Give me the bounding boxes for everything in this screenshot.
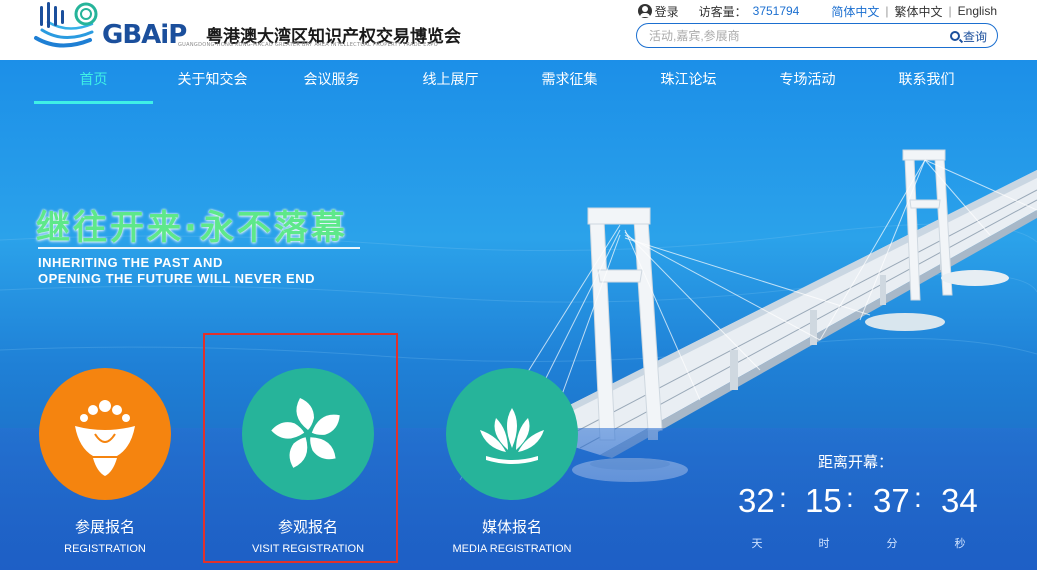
countdown-days: 32: [738, 482, 775, 519]
search-button[interactable]: 查询: [949, 27, 987, 45]
logo-subtitle: GUANGDONG-HONG KONG-MACAO GREATER BAY AR…: [178, 42, 438, 48]
countdown-seconds: 34: [941, 482, 978, 519]
highlight-box: [203, 333, 398, 563]
hero-slogan-en-line1: INHERITING THE PAST AND: [38, 255, 223, 270]
countdown-unit-days: 天: [751, 537, 763, 550]
logo-wordmark: GBAiP: [102, 20, 187, 50]
site-header: GBAiP 粤港澳大湾区知识产权交易博览会 GUANGDONG-HONG KON…: [0, 0, 1037, 60]
nav-item-special-events[interactable]: 专场活动: [748, 60, 867, 104]
main-nav: 首页 关于知交会 会议服务 线上展厅 需求征集 珠江论坛 专场活动 联系我们: [0, 60, 1037, 104]
nav-item-conference-services[interactable]: 会议服务: [272, 60, 391, 104]
top-utility-bar: 登录 访客量： 3751794 简体中文 | 繁体中文 | English: [637, 2, 997, 20]
countdown-hours: 15: [805, 482, 842, 519]
nav-item-home[interactable]: 首页: [34, 60, 153, 104]
flower-icon: [75, 400, 135, 476]
countdown-unit-hours: 时: [818, 537, 830, 550]
hero-slogan-cn: 继往开来·永不落幕: [36, 208, 348, 248]
user-icon: [637, 4, 652, 18]
hero-slogan-en-line2: OPENING THE FUTURE WILL NEVER END: [38, 271, 315, 286]
search-icon: [949, 31, 960, 41]
nav-item-about[interactable]: 关于知交会: [153, 60, 272, 104]
visitor-count: 3751794: [752, 4, 800, 18]
slogan-divider: [38, 247, 360, 249]
lang-english-link[interactable]: English: [958, 4, 997, 18]
login-label: 登录: [654, 4, 679, 19]
media-registration-subtitle: MEDIA REGISTRATION: [452, 543, 572, 555]
lang-simplified-link[interactable]: 简体中文: [831, 3, 879, 20]
visitor-label: 访客量：: [698, 4, 747, 19]
nav-item-online-exhibition[interactable]: 线上展厅: [391, 60, 510, 104]
login-link[interactable]: 登录: [637, 3, 679, 20]
lang-traditional-link[interactable]: 繁体中文: [895, 3, 943, 20]
media-registration-title: 媒体报名: [481, 518, 542, 536]
nav-item-pearl-river-forum[interactable]: 珠江论坛: [629, 60, 748, 104]
nav-item-contact[interactable]: 联系我们: [867, 60, 986, 104]
lang-separator: |: [885, 4, 889, 18]
media-registration-circle: [446, 368, 578, 500]
countdown-unit-seconds: 秒: [954, 537, 966, 550]
countdown-title: 距离开幕：: [818, 453, 894, 471]
lang-separator: |: [948, 4, 952, 18]
countdown-separator: :: [779, 482, 787, 513]
exhibitor-registration-title: 参展报名: [74, 518, 135, 536]
countdown-unit-minutes: 分: [886, 537, 898, 550]
search-input[interactable]: [649, 27, 939, 45]
nav-item-demand-collection[interactable]: 需求征集: [510, 60, 629, 104]
lotus-icon: [480, 408, 544, 464]
exhibitor-registration-subtitle: REGISTRATION: [64, 543, 146, 555]
media-registration-card[interactable]: 媒体报名 MEDIA REGISTRATION: [432, 368, 592, 555]
search-button-label: 查询: [962, 29, 987, 44]
search-box: 查询: [636, 23, 998, 48]
countdown-separator: :: [914, 482, 922, 513]
countdown-minutes: 37: [873, 482, 910, 519]
exhibitor-registration-circle: [39, 368, 171, 500]
site-logo[interactable]: GBAiP 粤港澳大湾区知识产权交易博览会 GUANGDONG-HONG KON…: [30, 0, 461, 56]
countdown-separator: :: [846, 482, 854, 513]
exhibitor-registration-card[interactable]: 参展报名 REGISTRATION: [25, 368, 185, 555]
